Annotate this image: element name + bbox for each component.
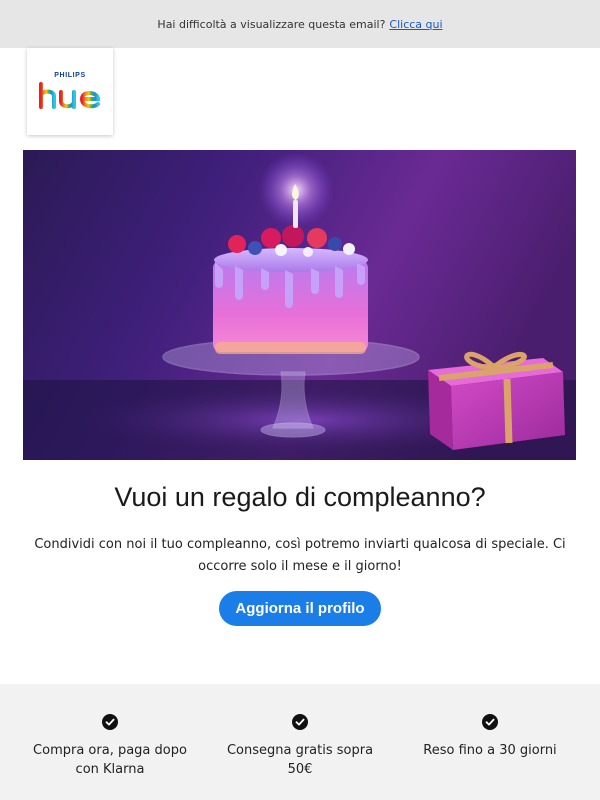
- hue-logo-icon: [37, 81, 103, 111]
- benefits-bar: Compra ora, paga dopo con Klarna Consegn…: [0, 684, 600, 800]
- check-circle-icon: [292, 714, 308, 730]
- preheader-text: Hai difficoltà a visualizzare questa ema…: [157, 17, 386, 31]
- check-circle-icon: [102, 714, 118, 730]
- preheader-bar: Hai difficoltà a visualizzare questa ema…: [0, 0, 600, 48]
- body-text: Condividi con noi il tuo compleanno, cos…: [34, 537, 566, 574]
- benefit-free-shipping: Consegna gratis sopra 50€: [205, 714, 395, 800]
- benefit-label: Compra ora, paga dopo con Klarna: [33, 743, 187, 777]
- benefit-klarna: Compra ora, paga dopo con Klarna: [15, 714, 205, 800]
- view-online-link[interactable]: Clicca qui: [389, 18, 442, 31]
- headline: Vuoi un regalo di compleanno?: [114, 482, 486, 512]
- hero-image: [23, 150, 576, 460]
- update-profile-button[interactable]: Aggiorna il profilo: [219, 591, 381, 626]
- benefit-label: Reso fino a 30 giorni: [423, 743, 557, 758]
- philips-wordmark: PHILIPS: [54, 72, 86, 79]
- brand-logo[interactable]: PHILIPS: [27, 48, 113, 135]
- benefit-label: Consegna gratis sopra 50€: [226, 743, 374, 777]
- benefit-returns: Reso fino a 30 giorni: [395, 714, 585, 800]
- check-circle-icon: [482, 714, 498, 730]
